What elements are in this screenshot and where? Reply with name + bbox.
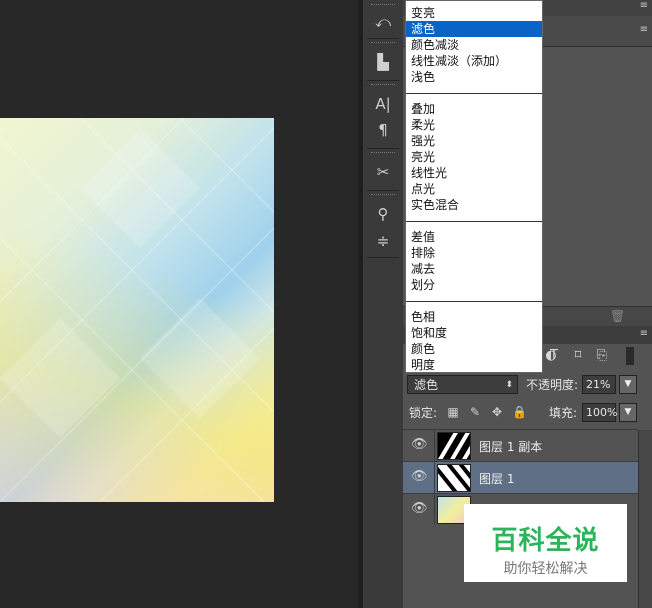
layer-name: 图层 1 — [479, 472, 515, 486]
layers-scrollbar[interactable] — [638, 430, 652, 608]
grip-handle[interactable] — [371, 4, 395, 8]
layer-thumbnail — [437, 432, 471, 460]
fill-input[interactable]: 100% — [582, 403, 617, 422]
menu-separator — [406, 221, 542, 222]
blend-option[interactable]: 强光 — [406, 133, 542, 149]
blend-option[interactable]: 叠加 — [406, 101, 542, 117]
blend-option[interactable]: 划分 — [406, 277, 542, 293]
brush-preset-icon[interactable]: ⚲ — [369, 202, 397, 226]
blend-option[interactable]: 减去 — [406, 261, 542, 277]
filter-type-icon[interactable]: T — [546, 347, 562, 365]
blend-option[interactable]: 变亮 — [406, 5, 542, 21]
blend-option[interactable]: 明度 — [406, 357, 542, 372]
blend-option-selected[interactable]: 滤色 — [406, 21, 542, 37]
watermark-subtitle: 助你轻松解决 — [503, 561, 588, 577]
blend-option[interactable]: 颜色 — [406, 341, 542, 357]
updown-arrow-icon: ⬍ — [505, 380, 513, 390]
grip-handle[interactable] — [371, 194, 395, 198]
stamp-icon[interactable]: ▙ — [369, 50, 397, 74]
eye-icon[interactable]: 👁 — [411, 502, 428, 516]
filter-toggle-icon[interactable] — [626, 347, 634, 365]
blend-option[interactable]: 差值 — [406, 229, 542, 245]
opacity-dropdown-button[interactable]: ▼ — [619, 375, 637, 394]
blend-option[interactable]: 实色混合 — [406, 197, 542, 213]
divider — [367, 257, 399, 258]
blend-option[interactable]: 线性光 — [406, 165, 542, 181]
blend-option[interactable]: 排除 — [406, 245, 542, 261]
blend-mode-dropdown[interactable]: 变亮 滤色 颜色减淡 线性减淡（添加） 浅色 叠加 柔光 强光 亮光 线性光 点… — [405, 0, 543, 373]
history-brush-icon[interactable]: ⤺ — [369, 10, 397, 34]
layer-row[interactable]: 👁 图层 1 副本 — [403, 429, 638, 461]
blend-option[interactable]: 颜色减淡 — [406, 37, 542, 53]
grip-handle[interactable] — [371, 152, 395, 156]
divider — [367, 38, 399, 39]
lock-transparent-icon[interactable]: ▦ — [446, 404, 460, 420]
paragraph-icon[interactable]: ¶ — [369, 118, 397, 142]
menu-separator — [406, 93, 542, 94]
panel-menu-icon[interactable]: ≡ — [640, 0, 648, 11]
blend-option[interactable]: 浅色 — [406, 69, 542, 85]
adjust-icon[interactable]: ≑ — [369, 229, 397, 253]
opacity-input[interactable]: 21% — [582, 375, 616, 394]
blend-option[interactable]: 饱和度 — [406, 325, 542, 341]
blend-mode-value: 滤色 — [414, 378, 439, 392]
opacity-label: 不透明度: — [526, 378, 579, 392]
panel-icon-strip: ⤺ ▙ A| ¶ ✂ ⚲ ≑ — [362, 0, 404, 608]
blend-mode-select[interactable]: 滤色 ⬍ — [407, 375, 518, 394]
fill-dropdown-button[interactable]: ▼ — [619, 403, 637, 422]
grip-handle[interactable] — [371, 42, 395, 46]
eye-icon[interactable]: 👁 — [411, 438, 428, 452]
blend-option[interactable]: 点光 — [406, 181, 542, 197]
grip-handle[interactable] — [371, 84, 395, 88]
layer-name: 图层 1 副本 — [479, 440, 543, 454]
layer-thumbnail — [437, 464, 471, 492]
eye-icon[interactable]: 👁 — [411, 470, 428, 484]
blend-option[interactable]: 亮光 — [406, 149, 542, 165]
trash-icon[interactable]: 🗑 — [610, 309, 625, 323]
filter-smart-icon[interactable]: ⎘ — [594, 347, 610, 365]
menu-separator — [406, 301, 542, 302]
blend-option[interactable]: 柔光 — [406, 117, 542, 133]
filter-shape-icon[interactable]: ⌑ — [570, 347, 586, 365]
layer-row-selected[interactable]: 👁 图层 1 — [403, 461, 638, 493]
visibility-cell[interactable]: 👁 — [403, 494, 435, 525]
divider — [367, 148, 399, 149]
watermark-logo: 百科全说 助你轻松解决 — [464, 504, 627, 582]
watermark-title: 百科全说 — [491, 526, 600, 556]
blend-option[interactable]: 色相 — [406, 309, 542, 325]
tools-icon[interactable]: ✂ — [369, 160, 397, 184]
visibility-cell[interactable]: 👁 — [403, 430, 435, 461]
diamond-pattern — [0, 118, 274, 502]
divider — [367, 80, 399, 81]
fill-label: 填充: — [549, 406, 578, 420]
panel-menu-icon[interactable]: ≡ — [640, 24, 648, 35]
lock-all-icon[interactable]: 🔒 — [512, 404, 527, 420]
lock-move-icon[interactable]: ✥ — [490, 404, 504, 420]
visibility-cell[interactable]: 👁 — [403, 462, 435, 493]
document-canvas[interactable] — [0, 118, 274, 502]
divider — [367, 190, 399, 191]
lock-label: 锁定: — [409, 406, 438, 420]
lock-brush-icon[interactable]: ✎ — [468, 404, 482, 420]
blend-option[interactable]: 线性减淡（添加） — [406, 53, 542, 69]
panel-menu-icon[interactable]: ≡ — [640, 328, 648, 339]
type-icon[interactable]: A| — [369, 92, 397, 116]
